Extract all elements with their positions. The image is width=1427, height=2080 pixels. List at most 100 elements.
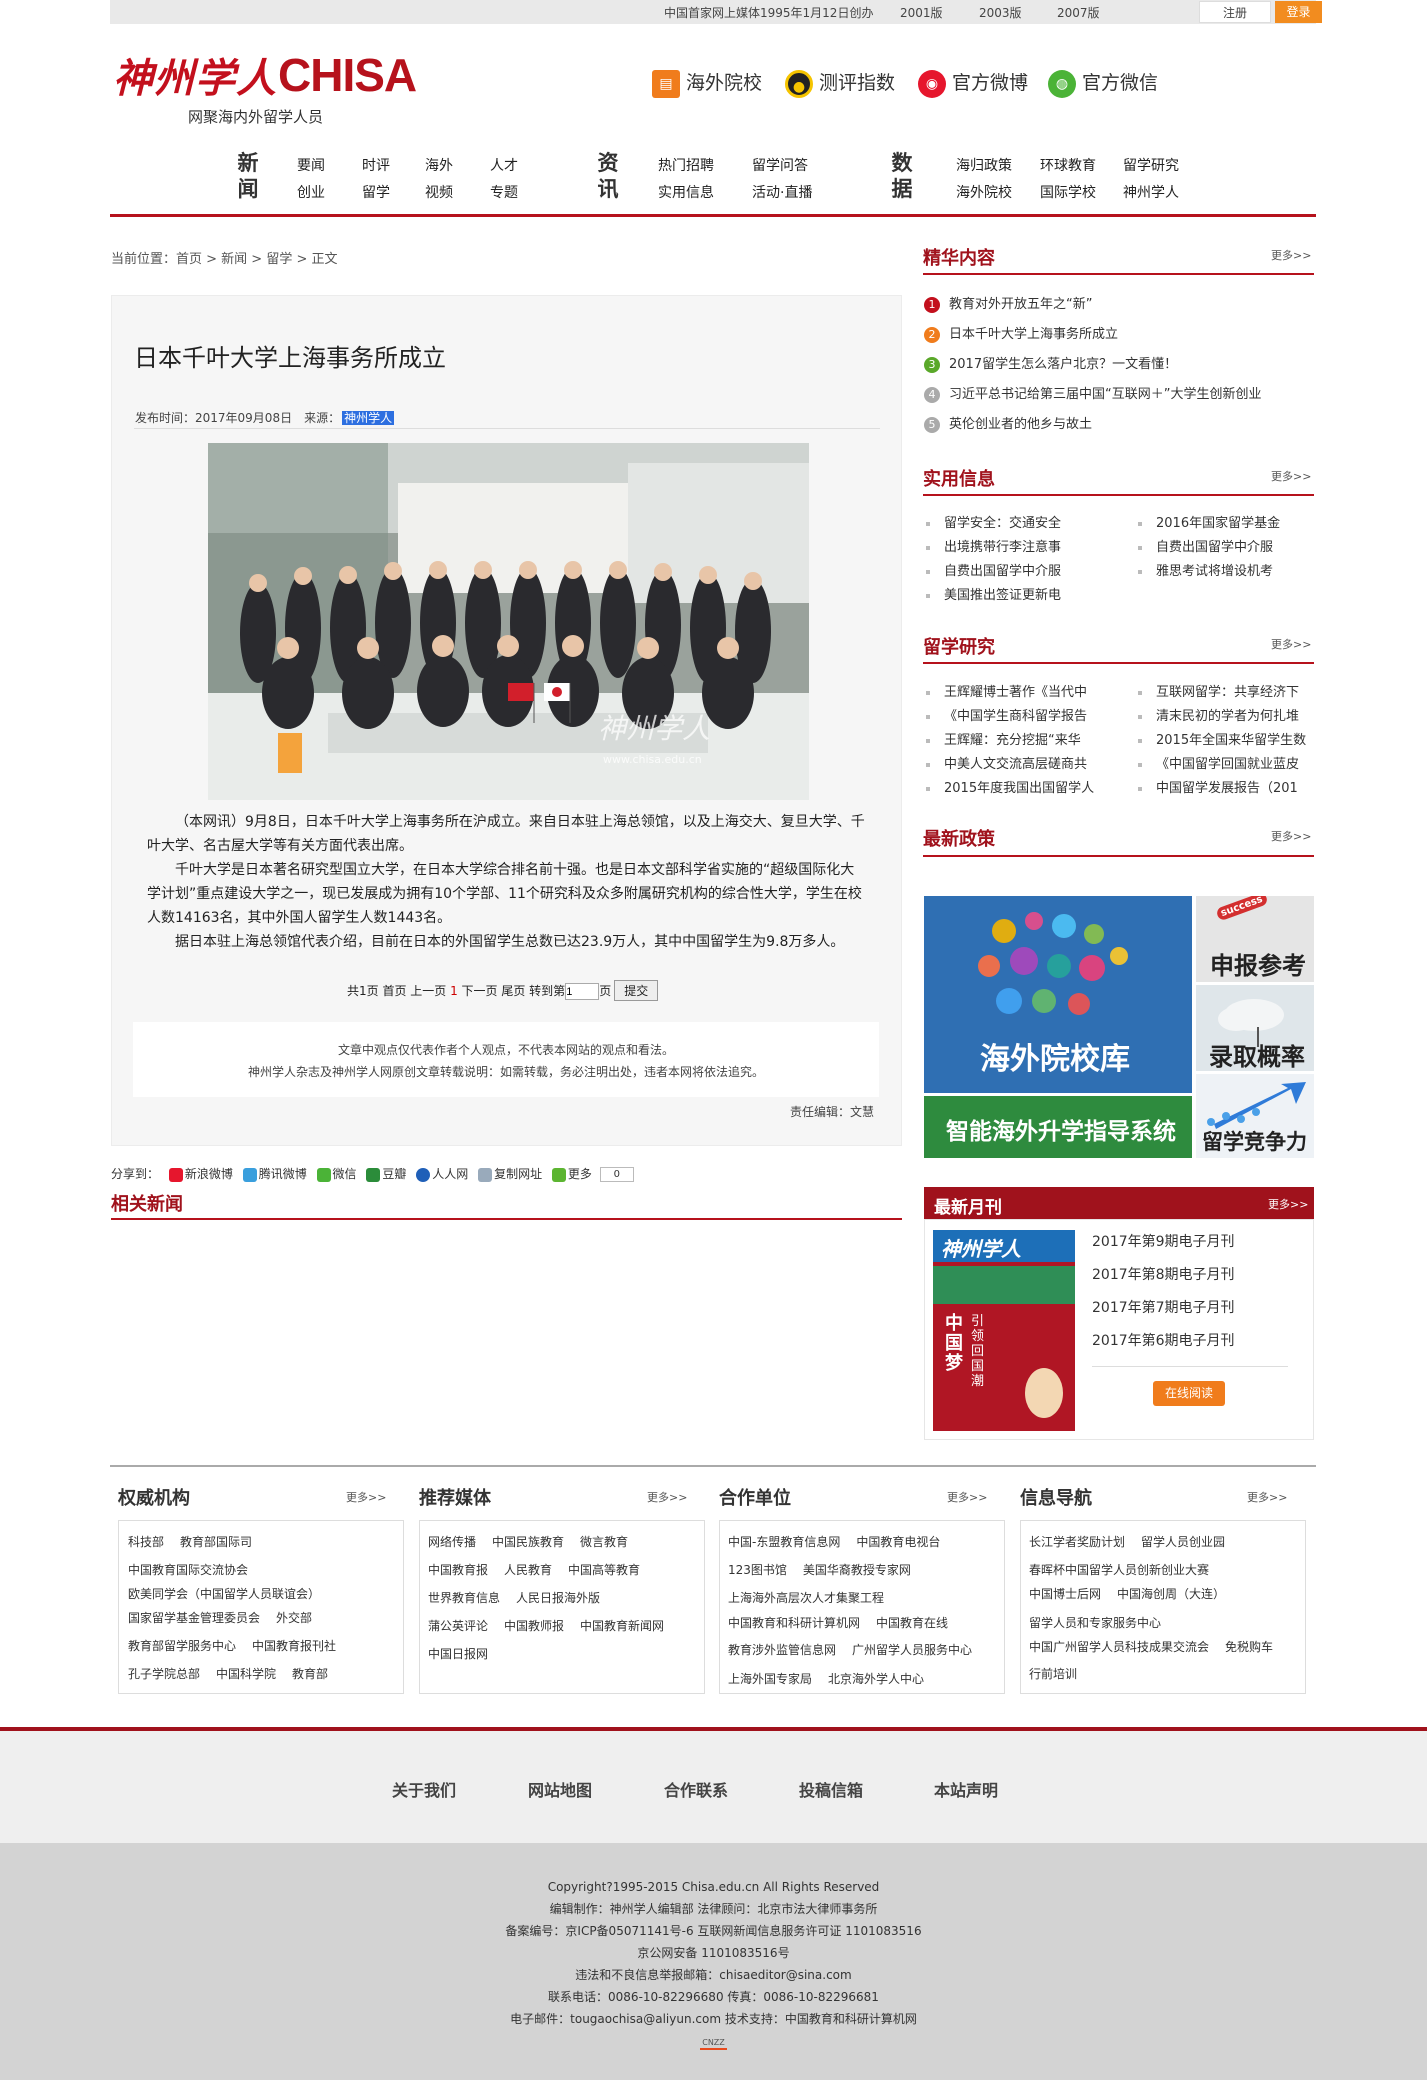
list-item[interactable]: 王辉耀博士著作《当代中	[926, 681, 1131, 705]
link-row[interactable]: 教育涉外监管信息网 广州留学人员服务中心	[728, 1641, 988, 1658]
overseas-colleges-tile[interactable]: 海外院校库	[924, 896, 1192, 1093]
nav-item[interactable]: 要闻	[297, 155, 325, 175]
authority-more-link[interactable]: 更多>>	[346, 1489, 386, 1505]
list-item[interactable]: 中国留学发展报告（201	[1138, 777, 1316, 801]
link-row[interactable]: 中国教育国际交流协会	[128, 1561, 264, 1578]
apply-reference-tile[interactable]: success 申报参考	[1196, 896, 1314, 982]
sina-weibo-icon[interactable]	[168, 1167, 183, 1182]
nav-item[interactable]: 海外院校	[956, 182, 1012, 202]
more-plus-icon[interactable]	[551, 1167, 566, 1182]
list-item[interactable]: 《中国留学回国就业蓝皮	[1138, 753, 1316, 777]
link-row[interactable]: 行前培训	[1029, 1665, 1093, 1682]
monthly-item[interactable]: 2017年第8期电子月刊	[1092, 1259, 1235, 1292]
logo-en[interactable]: CHISA	[278, 48, 417, 102]
footer-link-statement[interactable]: 本站声明	[934, 1777, 998, 1801]
link-row[interactable]: 科技部 教育部国际司	[128, 1533, 268, 1550]
featured-more-link[interactable]: 更多>>	[1271, 247, 1311, 263]
link-row[interactable]: 网络传播 中国民族教育 微言教育	[428, 1533, 644, 1550]
tencent-weibo-icon[interactable]	[242, 1167, 257, 1182]
link-row[interactable]: 中国-东盟教育信息网 中国教育电视台	[728, 1533, 956, 1550]
media-more-link[interactable]: 更多>>	[647, 1489, 687, 1505]
link-row[interactable]: 中国教育和科研计算机网 中国教育在线	[728, 1614, 964, 1631]
page-go-button[interactable]: 提交	[614, 980, 659, 1001]
nav-item[interactable]: 实用信息	[658, 182, 714, 202]
link-row[interactable]: 世界教育信息 人民日报海外版	[428, 1589, 616, 1606]
link-row[interactable]: 上海海外高层次人才集聚工程	[728, 1589, 900, 1606]
monthly-more-link[interactable]: 更多>>	[1268, 1196, 1308, 1212]
link-row[interactable]: 中国日报网	[428, 1645, 504, 1662]
version-2001-link[interactable]: 2001版	[900, 4, 943, 21]
link-row[interactable]: 上海外国专家局 北京海外学人中心	[728, 1670, 940, 1687]
magazine-cover[interactable]: 神州学人 中国梦 引领回国潮	[933, 1230, 1075, 1431]
competitiveness-tile[interactable]: 留学竞争力	[1196, 1074, 1314, 1158]
rating-index-link[interactable]: ● 测评指数	[785, 68, 895, 98]
nav-item[interactable]: 专题	[490, 182, 518, 202]
nav-item[interactable]: 创业	[297, 182, 325, 202]
nav-item[interactable]: 环球教育	[1040, 155, 1096, 175]
copy-link-icon[interactable]	[478, 1167, 493, 1182]
list-item[interactable]: 清末民初的学者为何扎堆	[1138, 705, 1316, 729]
link-row[interactable]: 长江学者奖励计划 留学人员创业园	[1029, 1533, 1241, 1550]
cnzz-badge[interactable]: CNZZ	[700, 2038, 727, 2050]
list-item[interactable]: 出境携带行李注意事	[926, 536, 1126, 560]
register-button[interactable]: 注册	[1199, 1, 1271, 23]
featured-item[interactable]: 4 习近平总书记给第三届中国“互联网＋”大学生创新创业	[924, 380, 1261, 410]
featured-item[interactable]: 5 英伦创业者的他乡与故土	[924, 410, 1261, 440]
monthly-item[interactable]: 2017年第6期电子月刊	[1092, 1325, 1235, 1358]
list-item[interactable]: 2015年度我国出国留学人	[926, 777, 1131, 801]
list-item[interactable]: 自费出国留学中介服	[926, 560, 1126, 584]
page-input[interactable]	[565, 983, 600, 1000]
link-row[interactable]: 123图书馆 美国华裔教授专家网	[728, 1561, 927, 1578]
list-item[interactable]: 王辉耀：充分挖掘“来华	[926, 729, 1131, 753]
nav-item[interactable]: 国际学校	[1040, 182, 1096, 202]
link-row[interactable]: 蒲公英评论 中国教师报 中国教育新闻网	[428, 1617, 680, 1634]
research-more-link[interactable]: 更多>>	[1271, 636, 1311, 652]
douban-icon[interactable]	[366, 1167, 381, 1182]
nav-item[interactable]: 留学研究	[1123, 155, 1179, 175]
monthly-item[interactable]: 2017年第7期电子月刊	[1092, 1292, 1235, 1325]
nav-item[interactable]: 时评	[362, 155, 390, 175]
nav-item[interactable]: 海归政策	[956, 155, 1012, 175]
list-item[interactable]: 《中国学生商科留学报告	[926, 705, 1131, 729]
link-row[interactable]: 中国博士后网 中国海创周（大连）	[1029, 1585, 1241, 1602]
official-weibo-link[interactable]: ◉ 官方微博	[918, 68, 1028, 98]
list-item[interactable]: 2015年全国来华留学生数	[1138, 729, 1316, 753]
logo-cn[interactable]: 神州学人	[113, 46, 277, 104]
nav-item[interactable]: 海外	[425, 155, 453, 175]
link-row[interactable]: 教育部留学服务中心 中国教育报刊社	[128, 1637, 352, 1654]
infonav-more-link[interactable]: 更多>>	[1247, 1489, 1287, 1505]
nav-item[interactable]: 活动·直播	[752, 182, 812, 202]
list-item[interactable]: 美国推出签证更新电	[926, 584, 1126, 608]
renren-icon[interactable]	[416, 1167, 431, 1182]
practical-more-link[interactable]: 更多>>	[1271, 468, 1311, 484]
overseas-colleges-link[interactable]: ▤ 海外院校	[652, 68, 762, 98]
breadcrumb[interactable]: 当前位置：首页 > 新闻 > 留学 > 正文	[111, 248, 337, 267]
featured-item[interactable]: 3 2017留学生怎么落户北京？一文看懂！	[924, 350, 1261, 380]
nav-item[interactable]: 留学问答	[752, 155, 808, 175]
login-button[interactable]: 登录	[1275, 1, 1322, 23]
article-source[interactable]: 神州学人	[342, 411, 395, 425]
list-item[interactable]: 中美人文交流高层磋商共	[926, 753, 1131, 777]
nav-item[interactable]: 神州学人	[1123, 182, 1179, 202]
featured-item[interactable]: 2 日本千叶大学上海事务所成立	[924, 320, 1261, 350]
partners-more-link[interactable]: 更多>>	[947, 1489, 987, 1505]
nav-item[interactable]: 人才	[490, 155, 518, 175]
wechat-icon[interactable]	[316, 1167, 331, 1182]
list-item[interactable]: 2016年国家留学基金	[1138, 512, 1316, 536]
link-row[interactable]: 中国教育报 人民教育 中国高等教育	[428, 1561, 656, 1578]
list-item[interactable]: 留学安全：交通安全	[926, 512, 1126, 536]
list-item[interactable]: 自费出国留学中介服	[1138, 536, 1316, 560]
link-row[interactable]: 国家留学基金管理委员会 外交部	[128, 1609, 328, 1626]
policy-more-link[interactable]: 更多>>	[1271, 828, 1311, 844]
nav-item[interactable]: 留学	[362, 182, 390, 202]
official-wechat-link[interactable]: ◍ 官方微信	[1048, 68, 1158, 98]
link-row[interactable]: 欧美同学会（中国留学人员联谊会）	[128, 1585, 336, 1602]
link-row[interactable]: 孔子学院总部 中国科学院 教育部	[128, 1665, 344, 1682]
monthly-item[interactable]: 2017年第9期电子月刊	[1092, 1226, 1235, 1259]
list-item[interactable]: 雅思考试将增设机考	[1138, 560, 1316, 584]
version-2003-link[interactable]: 2003版	[979, 4, 1022, 21]
featured-item[interactable]: 1 教育对外开放五年之“新”	[924, 290, 1261, 320]
nav-item[interactable]: 热门招聘	[658, 155, 714, 175]
link-row[interactable]: 中国广州留学人员科技成果交流会 免税购车	[1029, 1638, 1289, 1655]
read-online-button[interactable]: 在线阅读	[1153, 1381, 1225, 1406]
